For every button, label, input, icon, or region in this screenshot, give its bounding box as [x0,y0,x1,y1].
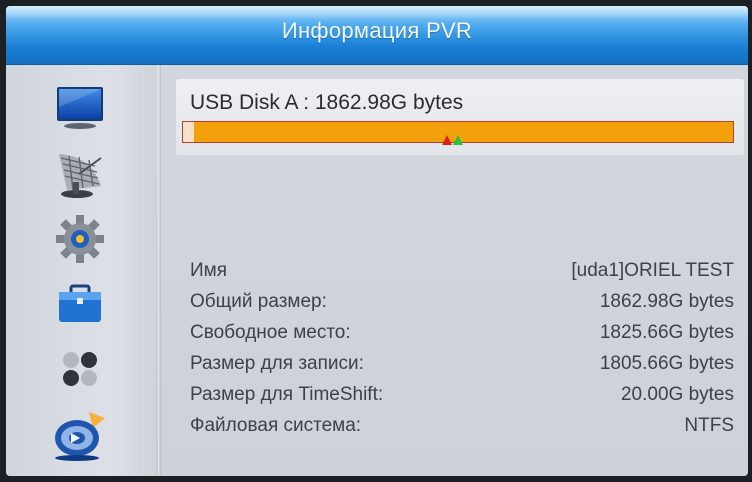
info-value: 1825.66G bytes [599,321,734,343]
timeshift-limit-marker [453,135,463,145]
title-bar: Информация PVR [6,6,748,65]
info-row: Размер для записи: 1805.66G bytes [190,348,734,379]
info-label: Размер для TimeShift: [190,383,384,405]
info-value: 1805.66G bytes [599,352,734,374]
main-panel: USB Disk A : 1862.98G bytes Имя [uda1]ORI… [162,65,748,476]
info-value: 20.00G bytes [620,383,734,405]
tv-screen-icon [57,87,103,129]
record-limit-marker [442,135,452,145]
info-row: Свободное место: 1825.66G bytes [190,317,734,348]
sidebar-item-installation[interactable] [44,145,116,201]
media-disc-icon [55,412,105,461]
info-value: NTFS [684,414,734,436]
sidebar [6,65,156,476]
info-value: 1862.98G bytes [599,290,734,312]
gear-icon [56,215,104,263]
sidebar-item-tools[interactable] [44,277,116,333]
satellite-dish-icon [59,154,102,198]
info-row: Размер для TimeShift: 20.00G bytes [190,379,734,410]
info-label: Свободное место: [190,321,351,343]
disk-used-segment [183,122,194,142]
info-label: Размер для записи: [190,352,364,374]
info-table: Имя [uda1]ORIEL TEST Общий размер: 1862.98G… [190,255,734,441]
info-label: Файловая система: [190,414,362,436]
sidebar-item-extras[interactable] [44,341,116,397]
dots-icon [63,352,97,386]
info-row: Общий размер: 1862.98G bytes [190,286,734,317]
disk-panel[interactable]: USB Disk A : 1862.98G bytes [176,79,744,155]
toolbox-icon [59,284,101,322]
sidebar-item-media[interactable] [44,405,116,461]
info-row: Файловая система: NTFS [190,410,734,441]
sidebar-item-tv[interactable] [44,79,116,135]
page-title: Информация PVR [281,18,473,43]
info-row: Имя [uda1]ORIEL TEST [190,255,734,286]
sidebar-divider [158,65,161,476]
info-label: Общий размер: [190,290,327,312]
disk-label: USB Disk A : 1862.98G bytes [190,91,464,114]
info-value: [uda1]ORIEL TEST [571,259,734,281]
pvr-info-screen: Информация PVR USB Disk A: 1862.98G byt… [6,6,748,476]
sidebar-item-settings[interactable] [44,211,116,267]
info-label: Имя [190,259,228,281]
